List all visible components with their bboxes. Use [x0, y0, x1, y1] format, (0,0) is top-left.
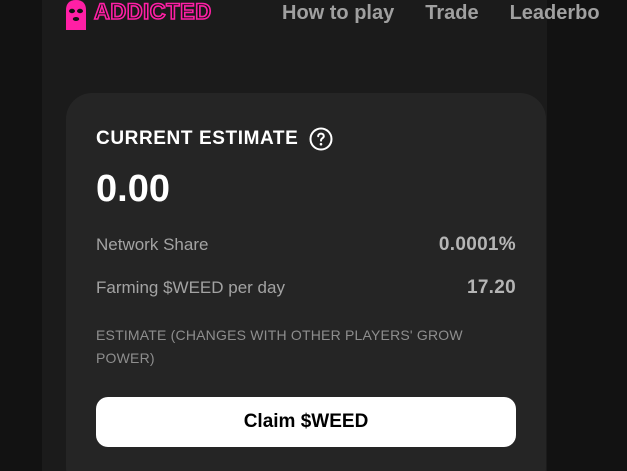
main-nav: How to play Trade Leaderbo — [282, 1, 627, 25]
question-circle-icon[interactable] — [309, 127, 333, 151]
claim-weed-button[interactable]: Claim $WEED — [96, 397, 516, 447]
stat-label: Farming $WEED per day — [96, 278, 285, 297]
estimate-note: ESTIMATE (CHANGES WITH OTHER PLAYERS' GR… — [96, 327, 463, 366]
stat-label: Network Share — [96, 235, 209, 254]
card-header: CURRENT ESTIMATE — [96, 127, 333, 151]
top-header: ADDICTED How to play Trade Leaderbo — [0, 0, 627, 34]
estimate-value: 0.00 — [96, 168, 170, 210]
stat-row-farming-per-day: Farming $WEED per day 17.20 — [96, 277, 516, 299]
page: ADDICTED How to play Trade Leaderbo CURR… — [0, 0, 627, 471]
nav-item-how-to-play[interactable]: How to play — [282, 1, 394, 25]
brand-logo-link[interactable]: ADDICTED — [64, 0, 212, 30]
card-title: CURRENT ESTIMATE — [96, 128, 299, 149]
current-estimate-card: CURRENT ESTIMATE 0.00 Network Share 0.00… — [66, 93, 546, 471]
stat-value: 0.0001% — [438, 234, 516, 255]
ski-mask-icon — [66, 0, 86, 30]
nav-item-leaderboard[interactable]: Leaderbo — [510, 1, 600, 25]
stat-row-network-share: Network Share 0.0001% — [96, 234, 516, 256]
nav-item-trade[interactable]: Trade — [425, 1, 478, 25]
stat-value: 17.20 — [466, 277, 516, 298]
brand-name: ADDICTED — [93, 0, 212, 24]
